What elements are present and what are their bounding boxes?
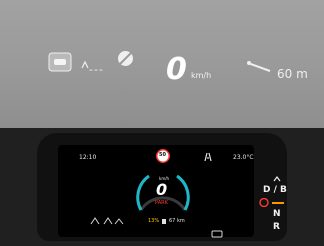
speed-limit-value: 50 — [159, 152, 166, 158]
gear-reverse: R — [273, 222, 280, 232]
hud-speed-unit: km/h — [191, 71, 212, 80]
hud-nav-dashes: --- — [89, 63, 104, 76]
speed-limit-off-icon — [118, 51, 133, 66]
lane-assist-icon — [48, 52, 72, 72]
hud-distance: 60 m — [277, 67, 308, 81]
photo-scene: --- 0 km/h 60 m 12:10 23.0°C 50 km/h 0 P… — [0, 0, 324, 246]
clock: 12:10 — [79, 154, 97, 161]
gear-up-arrow-icon — [273, 176, 281, 182]
cluster-speed-value: 0 — [156, 180, 168, 199]
gear-drive: D / B — [263, 185, 287, 195]
camera-icon — [211, 230, 223, 238]
hud-speed-value: 0 — [166, 52, 187, 87]
outside-temperature: 23.0°C — [233, 154, 254, 161]
battery-percent: 13% — [148, 218, 160, 224]
plug-icon — [162, 219, 166, 224]
nav-arrow-icon — [247, 61, 271, 72]
road-icon — [204, 152, 212, 162]
range-value: 67 km — [169, 218, 185, 224]
head-up-display: --- 0 km/h 60 m — [0, 0, 324, 128]
gear-neutral: N — [273, 209, 281, 219]
gear-selected-marker-icon — [272, 202, 284, 204]
park-indicator: PARK — [155, 200, 168, 206]
park-brake-icon — [259, 198, 269, 207]
driver-assist-icons — [90, 217, 124, 225]
